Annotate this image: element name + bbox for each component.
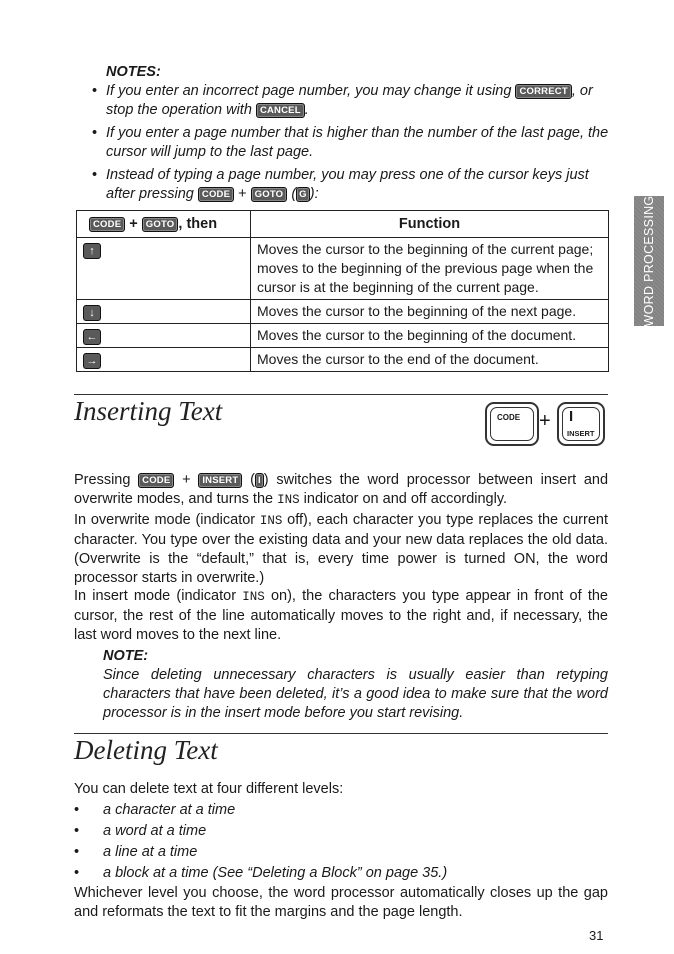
correct-key-icon: CORRECT: [515, 84, 572, 99]
note-item: • If you enter a page number that is hig…: [92, 125, 609, 160]
table-row: ↑ Moves the cursor to the beginning of t…: [76, 237, 609, 300]
insert-key-icon: INSERT: [198, 473, 243, 488]
section-side-tab: WORD PROCESSING: [634, 196, 664, 326]
g-key-icon: G: [296, 187, 310, 202]
goto-key-icon: GOTO: [250, 187, 288, 202]
up-arrow-key-icon: ↑: [83, 243, 101, 259]
note-item: • Instead of typing a page number, you m…: [92, 167, 589, 202]
insert-keycap-icon: I INSERT: [557, 402, 605, 446]
code-key-icon: CODE: [138, 473, 175, 488]
table-row: → Moves the cursor to the end of the doc…: [76, 347, 609, 372]
right-arrow-key-icon: →: [83, 353, 101, 369]
code-key-icon: CODE: [89, 216, 126, 232]
function-cell: Moves the cursor to the beginning of the…: [250, 237, 609, 300]
left-arrow-key-icon: ←: [83, 329, 101, 345]
code-keycap-icon: CODE: [485, 402, 539, 446]
function-cell: Moves the cursor to the beginning of the…: [250, 299, 609, 324]
bullet: •: [92, 167, 98, 183]
table-header-row: CODE + GOTO, then Function: [76, 210, 609, 238]
function-column-header: Function: [250, 210, 609, 238]
inserting-text-heading: Inserting Text: [74, 396, 223, 426]
deleting-text-heading: Deleting Text: [74, 735, 218, 765]
deleting-intro: You can delete text at four different le…: [74, 781, 344, 797]
bullet: •: [92, 125, 98, 141]
plus-sign: +: [539, 410, 551, 432]
note-text: Since deleting unnecessary characters is…: [103, 667, 608, 721]
bullet: •: [92, 83, 98, 99]
note-item: • If you enter an incorrect page number,…: [92, 83, 593, 118]
cancel-key-icon: CANCEL: [255, 103, 305, 118]
table-row: ← Moves the cursor to the beginning of t…: [76, 323, 609, 348]
function-cell: Moves the cursor to the beginning of the…: [250, 323, 609, 348]
section-divider: [74, 394, 608, 395]
notes-title: NOTES:: [106, 64, 161, 80]
goto-key-icon: GOTO: [141, 216, 179, 232]
paragraph: In insert mode (indicator INS on), the c…: [74, 588, 608, 643]
deleting-outro: Whichever level you choose, the word pro…: [74, 885, 608, 920]
down-arrow-key-icon: ↓: [83, 305, 101, 321]
paragraph: In overwrite mode (indicator INS off), e…: [74, 512, 608, 586]
code-key-icon: CODE: [197, 187, 235, 202]
note-title: NOTE:: [103, 648, 149, 664]
side-tab-label: WORD PROCESSING: [642, 195, 656, 327]
i-key-icon: I: [254, 473, 264, 488]
page-number: 31: [589, 928, 604, 943]
function-cell: Moves the cursor to the end of the docum…: [250, 347, 609, 372]
goto-function-table: CODE + GOTO, then Function ↑ Moves the c…: [76, 210, 609, 372]
table-row: ↓ Moves the cursor to the beginning of t…: [76, 299, 609, 324]
section-divider: [74, 733, 608, 734]
key-column-header: CODE + GOTO, then: [76, 210, 251, 238]
paragraph: Pressing CODE + INSERT (I) switches the …: [74, 472, 609, 507]
